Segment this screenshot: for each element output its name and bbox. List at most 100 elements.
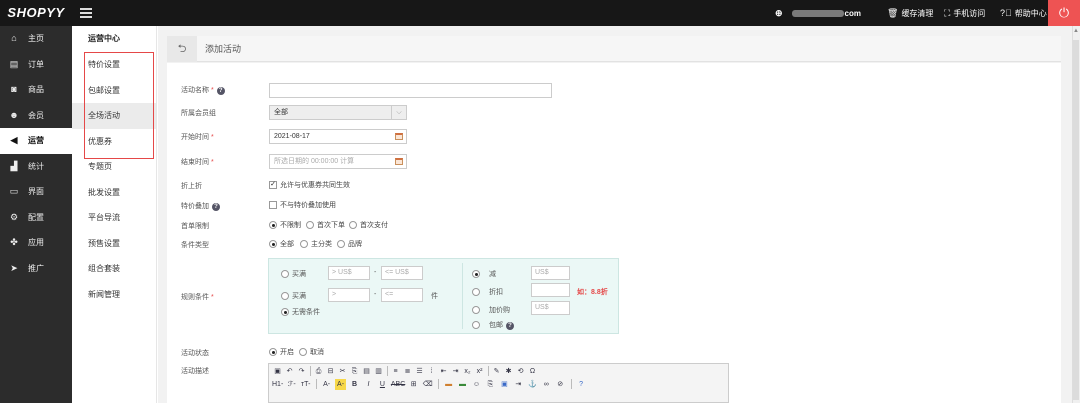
end-time-input[interactable]: 所选日期的 00:00:00 计算	[269, 154, 407, 169]
condition-type-all[interactable]: 全部	[269, 239, 294, 249]
heading-button[interactable]: H1-	[272, 379, 283, 390]
sidebar-item-operations[interactable]: ◀ 运营	[0, 128, 72, 154]
clear-format-icon[interactable]: ⌫	[422, 379, 433, 390]
activity-name-input[interactable]	[269, 83, 552, 98]
help-icon[interactable]: ?	[576, 379, 587, 390]
rule-discount-input[interactable]	[531, 283, 570, 297]
status-open[interactable]: 开启	[269, 347, 294, 357]
sidebar-item-members[interactable]: ☻ 会员	[0, 103, 72, 129]
submenu-item-news[interactable]: 新闻管理	[72, 282, 156, 308]
menu-toggle-icon[interactable]	[80, 8, 92, 18]
member-group-select[interactable]: 全部 ⌵	[269, 105, 407, 120]
cut-icon[interactable]: ✂	[337, 366, 348, 377]
sidebar-item-statistics[interactable]: ▟ 统计	[0, 154, 72, 180]
submenu-item-presale[interactable]: 预售设置	[72, 231, 156, 257]
paste-text-icon[interactable]: ▥	[373, 366, 384, 377]
map-icon[interactable]: ▣	[499, 379, 510, 390]
emoji-icon[interactable]: ☺	[471, 379, 482, 390]
font-size-button[interactable]: ᴛT-	[300, 379, 311, 390]
rule-discount-radio[interactable]: 折扣	[472, 287, 503, 297]
rule-min-amount-input[interactable]: > US$	[328, 266, 370, 280]
condition-type-category[interactable]: 主分类	[300, 239, 332, 249]
rule-free-shipping-radio[interactable]: 包邮?	[472, 320, 514, 330]
subscript-icon[interactable]: x₂	[462, 366, 473, 377]
power-icon[interactable]: ⏻	[1048, 0, 1080, 26]
status-cancel[interactable]: 取消	[299, 347, 324, 357]
first-order-option-3[interactable]: 首次支付	[349, 220, 388, 230]
justify-icon[interactable]: ⁞	[426, 366, 437, 377]
superscript-icon[interactable]: x²	[474, 366, 485, 377]
chart-icon: ▟	[10, 160, 18, 171]
special-char-icon[interactable]: Ω	[527, 366, 538, 377]
start-time-input[interactable]: 2021-08-17	[269, 129, 407, 144]
rule-reduce-radio[interactable]: 减	[472, 269, 496, 279]
rule-max-amount-input[interactable]: <= US$	[381, 266, 423, 280]
unlink-icon[interactable]: ⊘	[555, 379, 566, 390]
sidebar-item-home[interactable]: ⌂ 主页	[0, 26, 72, 52]
format-brush-icon[interactable]: ✎	[491, 366, 502, 377]
rule-no-condition-radio[interactable]: 无需条件	[281, 307, 320, 317]
underline-button[interactable]: U	[377, 379, 388, 390]
attachment-icon[interactable]: ⎘	[485, 379, 496, 390]
first-order-option-1[interactable]: 不限制	[269, 220, 301, 230]
submenu-item-bundles[interactable]: 组合套装	[72, 256, 156, 282]
sidebar-item-products[interactable]: ◙ 商品	[0, 77, 72, 103]
align-right-icon[interactable]: ☰	[414, 366, 425, 377]
paste-icon[interactable]: ▤	[361, 366, 372, 377]
rule-reduce-input[interactable]: US$	[531, 266, 570, 280]
strikethrough-button[interactable]: ABC	[391, 379, 405, 390]
rule-max-qty-input[interactable]: <=	[381, 288, 423, 302]
font-family-button[interactable]: ℱ-	[286, 379, 297, 390]
align-left-icon[interactable]: ≡	[390, 366, 401, 377]
pagebreak-icon[interactable]: ⇥	[513, 379, 524, 390]
preview-icon[interactable]: ⊟	[325, 366, 336, 377]
table-icon[interactable]: ⊞	[408, 379, 419, 390]
scroll-up-icon[interactable]: ▲	[1072, 26, 1080, 36]
print-icon[interactable]: ⎙	[313, 366, 324, 377]
redo-icon[interactable]: ↷	[296, 366, 307, 377]
store-domain[interactable]: ⊕ com	[775, 0, 861, 26]
media-icon[interactable]: ▬	[457, 379, 468, 390]
anchor-icon[interactable]: ⚓	[527, 379, 538, 390]
submenu-item-wholesale[interactable]: 批发设置	[72, 180, 156, 206]
sidebar-item-apps[interactable]: ✤ 应用	[0, 230, 72, 256]
undo-icon[interactable]: ↶	[284, 366, 295, 377]
condition-type-brand[interactable]: 品牌	[337, 239, 362, 249]
cache-clear-button[interactable]: 🗑 缓存清理	[887, 0, 933, 26]
rule-min-qty-input[interactable]: >	[328, 288, 370, 302]
bold-button[interactable]: B	[349, 379, 360, 390]
sidebar-item-interface[interactable]: ▭ 界面	[0, 179, 72, 205]
link-icon[interactable]: ∞	[541, 379, 552, 390]
image-icon[interactable]: ▬	[443, 379, 454, 390]
highlight-color-button[interactable]: A-	[335, 379, 347, 390]
top-bar: SHOPYY ⊕ com 🗑 缓存清理 ⛶ 手机访问 ?⃝ 帮助中心 ⏻	[0, 0, 1080, 26]
italic-button[interactable]: I	[363, 379, 374, 390]
special-price-label: 特价叠加?	[181, 201, 220, 211]
rule-add-price-input[interactable]: US$	[531, 301, 570, 315]
rule-buy-amount-radio[interactable]: 买满	[281, 269, 306, 279]
sidebar-item-config[interactable]: ⚙ 配置	[0, 205, 72, 231]
refresh-icon[interactable]: ⟲	[515, 366, 526, 377]
source-icon[interactable]: ▣	[272, 366, 283, 377]
toolbar-separator	[310, 366, 311, 377]
sidebar-item-orders[interactable]: ▤ 订单	[0, 52, 72, 78]
rule-buy-qty-radio[interactable]: 买满	[281, 291, 306, 301]
special-price-checkbox[interactable]: 不与特价叠加使用	[269, 200, 336, 210]
help-center-button[interactable]: ?⃝ 帮助中心	[1000, 0, 1047, 26]
copy-icon[interactable]: ⎘	[349, 366, 360, 377]
logo[interactable]: SHOPYY	[0, 0, 72, 26]
outdent-icon[interactable]: ⇥	[450, 366, 461, 377]
indent-icon[interactable]: ⇤	[438, 366, 449, 377]
align-center-icon[interactable]: ≣	[402, 366, 413, 377]
back-icon[interactable]: ⮌	[167, 36, 197, 62]
font-color-button[interactable]: A-	[321, 379, 332, 390]
discount-checkbox[interactable]: ✓ 允许与优惠券共同生效	[269, 180, 350, 190]
submenu-item-traffic[interactable]: 平台导流	[72, 205, 156, 231]
select-all-icon[interactable]: ✱	[503, 366, 514, 377]
rich-text-editor[interactable]: ▣ ↶ ↷ ⎙ ⊟ ✂ ⎘ ▤ ▥ ≡ ≣ ☰ ⁞ ⇤ ⇥ x₂ x² ✎ ✱ ⟲ Ω H1- ℱ- ᴛT- A- A-…	[268, 363, 729, 403]
first-order-option-2[interactable]: 首次下单	[306, 220, 345, 230]
sidebar-item-promotion[interactable]: ➤ 推广	[0, 256, 72, 282]
rule-add-price-radio[interactable]: 加价购	[472, 305, 510, 315]
scrollbar-thumb[interactable]	[1073, 40, 1079, 400]
mobile-visit-button[interactable]: ⛶ 手机访问	[944, 0, 985, 26]
